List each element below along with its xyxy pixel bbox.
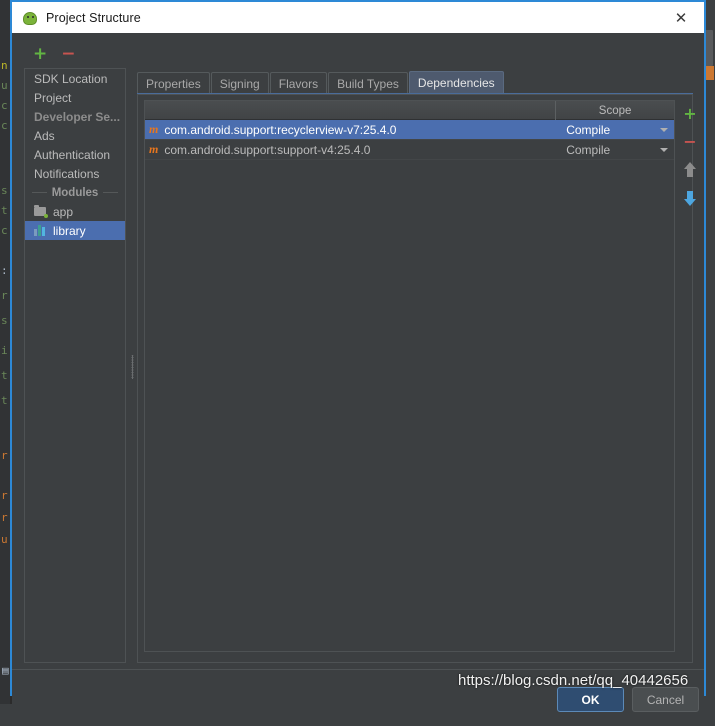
sidebar-item-developer-se[interactable]: Developer Se... — [25, 107, 125, 126]
sidebar-item-project[interactable]: Project — [25, 88, 125, 107]
separator-line-left — [32, 192, 47, 193]
sidebar-item-label: Authentication — [34, 147, 111, 162]
sidebar-module-app[interactable]: app — [25, 202, 125, 221]
tab-label: Signing — [219, 76, 260, 91]
tab-label: Properties — [146, 76, 201, 91]
editor-char: s — [1, 314, 8, 327]
editor-char: r — [1, 289, 8, 302]
editor-char: r — [1, 489, 8, 502]
sidebar-toolbar: + − — [24, 41, 124, 67]
sidebar-item-ads[interactable]: Ads — [25, 126, 125, 145]
editor-char: c — [1, 224, 8, 237]
sidebar-item-label: SDK Location — [34, 71, 108, 86]
sidebar-module-label: library — [53, 223, 86, 238]
dependency-scope-dropdown[interactable]: Compile — [556, 123, 674, 137]
editor-char: t — [1, 394, 8, 407]
editor-char: c — [1, 99, 8, 112]
separator-line-right — [103, 192, 119, 193]
add-dependency-button[interactable]: + — [680, 104, 700, 124]
editor-char: : — [1, 264, 8, 277]
editor-char: r — [1, 449, 8, 462]
column-header-scope[interactable]: Scope — [556, 101, 674, 120]
maven-artifact-icon: m — [149, 142, 159, 156]
sidebar-module-library[interactable]: library — [25, 221, 125, 240]
table-body: m com.android.support:recyclerview-v7:25.… — [145, 120, 674, 160]
editor-char: c — [1, 119, 8, 132]
remove-dependency-button[interactable]: − — [680, 132, 700, 152]
tab-dependencies[interactable]: Dependencies — [408, 71, 504, 94]
folder-icon — [34, 205, 48, 218]
table-header-row: Scope — [145, 101, 674, 120]
module-library-icon — [34, 224, 47, 237]
module-tabs[interactable]: Properties Signing Flavors Build Types Depen… — [137, 71, 505, 94]
editor-bottom-icon: ▤ — [2, 664, 9, 677]
editor-char: u — [1, 533, 8, 546]
dependency-name-cell[interactable]: m com.android.support:recyclerview-v7:25.… — [145, 122, 556, 137]
tab-build-types[interactable]: Build Types — [328, 72, 408, 94]
editor-char: r — [1, 511, 8, 524]
sidebar-item-authentication[interactable]: Authentication — [25, 145, 125, 164]
settings-sidebar[interactable]: SDK Location Project Developer Se... Ads Aut… — [24, 68, 126, 663]
close-icon[interactable]: ✕ — [658, 2, 704, 33]
modules-label: Modules — [51, 186, 99, 199]
dialog-titlebar: Project Structure ✕ — [12, 2, 704, 33]
tab-properties[interactable]: Properties — [137, 72, 210, 94]
tab-signing[interactable]: Signing — [210, 72, 269, 94]
dependency-name-cell[interactable]: m com.android.support:support-v4:25.4.0 — [145, 142, 556, 157]
chevron-down-icon[interactable] — [660, 127, 668, 132]
editor-char: i — [1, 344, 8, 357]
dependency-scope-value: Compile — [566, 142, 611, 157]
sidebar-modules-separator: Modules — [25, 183, 125, 202]
sidebar-item-label: Ads — [34, 128, 55, 143]
ok-button[interactable]: OK — [557, 687, 624, 712]
project-structure-dialog: Project Structure ✕ + − SDK Location Proj… — [10, 0, 706, 726]
tab-label: Build Types — [337, 76, 399, 91]
editor-char: t — [1, 204, 8, 217]
sidebar-module-label: app — [53, 204, 74, 219]
chevron-down-icon[interactable] — [660, 147, 668, 152]
splitter-grip-icon[interactable] — [131, 355, 134, 379]
editor-char: t — [1, 369, 8, 382]
dependencies-table[interactable]: Scope m com.android.support:recyclerview-… — [144, 100, 675, 652]
dependency-scope-dropdown[interactable]: Compile — [556, 143, 674, 157]
table-row[interactable]: m com.android.support:support-v4:25.4.0 Co… — [145, 140, 674, 160]
dependency-name-label: com.android.support:recyclerview-v7:25.4… — [164, 122, 397, 137]
panel-splitter[interactable] — [127, 68, 137, 663]
editor-char: u — [1, 79, 8, 92]
maven-artifact-icon: m — [149, 122, 159, 136]
android-studio-icon — [22, 10, 38, 26]
remove-module-button[interactable]: − — [61, 45, 75, 63]
table-row[interactable]: m com.android.support:recyclerview-v7:25.… — [145, 120, 674, 140]
sidebar-item-label: Notifications — [34, 166, 100, 181]
column-header-name[interactable] — [145, 101, 557, 120]
dependencies-panel: Scope m com.android.support:recyclerview-… — [137, 94, 697, 663]
sidebar-item-label: Developer Se... — [34, 109, 121, 124]
sidebar-item-sdk-location[interactable]: SDK Location — [25, 69, 125, 88]
sidebar-item-notifications[interactable]: Notifications — [25, 164, 125, 183]
dialog-title: Project Structure — [46, 10, 141, 25]
dialog-body: + − SDK Location Project Developer Se... Ad… — [12, 33, 704, 726]
cancel-button[interactable]: Cancel — [632, 687, 699, 712]
watermark-text: https://blog.csdn.net/qq_40442656 — [458, 672, 689, 689]
add-module-button[interactable]: + — [33, 45, 47, 63]
arrow-up-icon[interactable] — [680, 160, 700, 180]
arrow-down-icon[interactable] — [680, 188, 700, 208]
tab-flavors[interactable]: Flavors — [269, 72, 328, 94]
tab-label: Flavors — [278, 76, 319, 91]
sidebar-item-label: Project — [34, 90, 72, 105]
editor-char: n — [1, 59, 8, 72]
tab-label: Dependencies — [417, 76, 495, 90]
editor-char: s — [1, 184, 8, 197]
dependency-scope-value: Compile — [566, 122, 611, 137]
dependency-name-label: com.android.support:support-v4:25.4.0 — [164, 142, 371, 157]
dependencies-toolbar: + − — [679, 100, 701, 652]
